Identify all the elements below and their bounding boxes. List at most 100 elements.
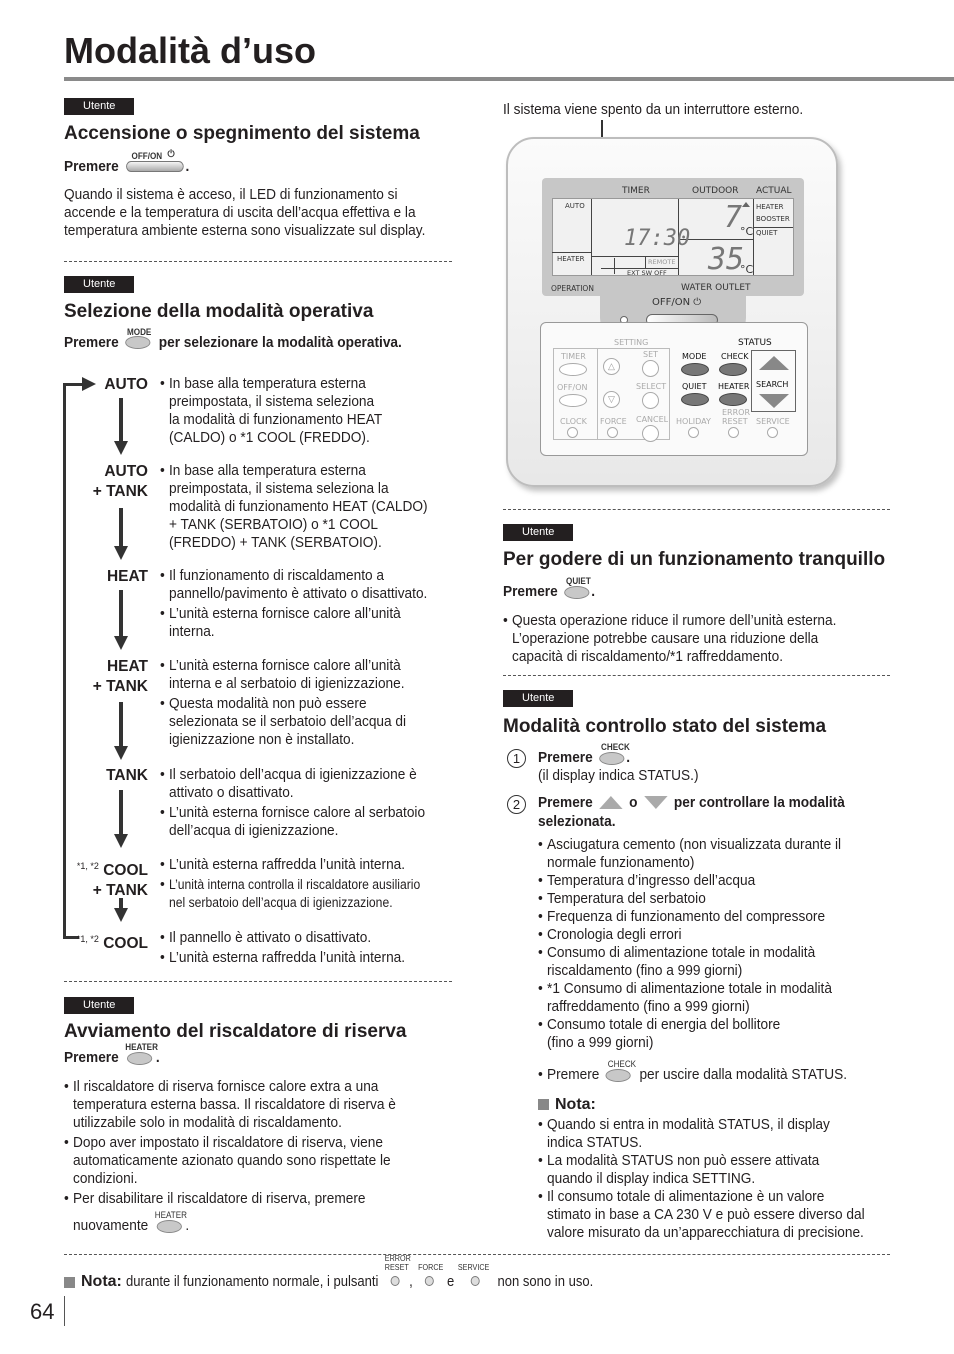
section-quiet-heading: Per godere di un funzionamento tranquill… [503, 549, 886, 570]
key-down-button[interactable]: ▽ [603, 391, 620, 408]
key-group-status: STATUS [738, 338, 772, 348]
lcd-divider [753, 227, 793, 228]
mode-description: • L’unità esterna raffredda l’unità inter… [160, 856, 420, 914]
bullet: • [538, 872, 543, 889]
title-rule [64, 77, 954, 81]
key-search-up-button[interactable] [759, 356, 789, 370]
force-button-icon [424, 1276, 434, 1286]
step2-text-2: selezionata. [538, 813, 616, 830]
step1-note: (il display indica STATUS.) [538, 767, 699, 784]
mode-label: HEAT [56, 567, 148, 587]
step-number: 1 [507, 749, 526, 768]
key-quiet-button[interactable] [681, 393, 709, 406]
flow-arrow-down-icon [114, 636, 128, 650]
text-line: (CALDO) o *1 COOL (FREDDO). [169, 429, 370, 446]
text-line: L’unità esterna fornisce calore all’unit… [169, 657, 401, 674]
text-line: Temperatura d’ingresso dell’acqua [547, 872, 756, 889]
key-holiday-label: HOLIDAY [676, 417, 711, 426]
bullet: • [160, 605, 165, 622]
press-label: Premere [503, 583, 558, 600]
list-item: • In base alla temperatura esterna preimpo… [160, 375, 382, 447]
key-clock-button[interactable] [567, 427, 578, 438]
key-set-label: SET [643, 350, 659, 359]
error-caption: ERROR [384, 1254, 411, 1263]
key-mode-button[interactable] [681, 363, 709, 376]
mode-label: AUTO [56, 375, 148, 395]
key-search-down-button[interactable] [759, 394, 789, 408]
key-holiday-button[interactable] [688, 427, 699, 438]
bullet: • [538, 944, 543, 961]
step2-text: per controllare la modalità [673, 794, 845, 811]
reset-caption: RESET [384, 1263, 409, 1272]
key-reset-label: RESET [722, 417, 748, 426]
list-item: • Questa modalità non può essere seleziona… [160, 695, 406, 749]
step-number: 2 [507, 795, 526, 814]
quiet-button-icon [564, 586, 590, 599]
key-service-button[interactable] [767, 427, 778, 438]
mode-name-suffix: + TANK [92, 882, 148, 900]
lcd-operation: OPERATION [551, 284, 594, 293]
key-clock-label: CLOCK [560, 417, 587, 426]
text-line: Il serbatoio dell’acqua di igienizzazion… [169, 766, 417, 783]
mode-name-suffix: + TANK [92, 483, 148, 500]
list-item: • Il serbatoio dell’acqua di igienizzazio… [160, 766, 425, 802]
list-item: • Consumo di alimentazione totale in moda… [538, 944, 841, 980]
text-line: raffreddamento (fino a 999 giorni) [547, 998, 750, 1015]
text-line: riscaldamento (fino a 999 giorni) [547, 962, 743, 979]
heater-button-icon [156, 1220, 182, 1233]
comma: , [409, 1274, 413, 1290]
press-label: Premere [64, 158, 119, 175]
key-check-label: CHECK [721, 352, 749, 361]
mode-description: • Il serbatoio dell’acqua di igienizzazio… [160, 766, 425, 842]
section-status-heading: Modalità controllo stato del sistema [503, 716, 827, 737]
list-item: • *1 Consumo di alimentazione totale in m… [538, 980, 841, 1016]
mode-label: *1, *2 COOL + TANK [56, 856, 148, 901]
text-line: L’operazione potrebbe causare una riduzi… [512, 630, 819, 647]
bullet: • [538, 980, 543, 997]
text-line: Quando il sistema è acceso, il LED di fu… [64, 186, 398, 203]
text-line: modalità di funzionamento HEAT (CALDO) [169, 498, 428, 515]
key-up-button[interactable]: △ [603, 358, 620, 375]
divider [503, 509, 890, 510]
text-line: Il riscaldatore di riserva fornisce calo… [73, 1078, 379, 1095]
text-line: L’unità esterna raffredda l’unità intern… [169, 949, 406, 966]
or-text: o [629, 794, 638, 811]
flow-arrow-shaft [119, 790, 123, 836]
lcd-water-temp: 35 [708, 242, 745, 277]
press-label: Premere [64, 334, 119, 351]
key-offon-button[interactable] [559, 394, 587, 407]
check-button-icon [599, 752, 625, 765]
list-item: • L’unità esterna raffredda l’unità inter… [160, 856, 420, 874]
key-search-label: SEARCH [756, 380, 789, 389]
text-line: L’unità esterna fornisce calore al serba… [169, 804, 426, 821]
step1-press-line: Premere CHECK . [538, 742, 630, 767]
key-check-button[interactable] [719, 363, 747, 376]
list-item: • Il consumo totale di alimentazione è un… [538, 1188, 865, 1242]
lcd-timer-label: TIMER [622, 186, 650, 196]
key-set-button[interactable] [642, 360, 659, 377]
key-force-button[interactable] [607, 427, 618, 438]
key-error-reset-button[interactable] [728, 427, 739, 438]
key-heater-button[interactable] [719, 393, 747, 406]
key-cancel-button[interactable] [642, 425, 659, 442]
mode-name: AUTO [104, 376, 148, 393]
bullet: • [538, 1016, 543, 1033]
flow-arrow-shaft [119, 590, 123, 638]
user-tag: Utente [64, 276, 134, 293]
text-line: la modalità di funzionamento HEAT [169, 411, 383, 428]
list-item: • L’unità esterna raffredda l’unità inter… [160, 949, 405, 967]
key-offon-label: OFF/ON [557, 383, 588, 392]
key-select-button[interactable] [642, 392, 659, 409]
bullet: • [538, 890, 543, 907]
text-line: nel serbatoio dell’acqua di igienizzazio… [169, 895, 393, 910]
flow-arrow-down-icon [114, 908, 128, 922]
lcd-divider [592, 256, 678, 257]
bullet: • [538, 908, 543, 925]
user-tag: Utente [64, 98, 134, 115]
mode-label: *1, *2 COOL [56, 929, 148, 954]
mode-name: AUTO [104, 463, 148, 480]
up-arrow-button-icon [599, 796, 623, 810]
lcd-divider [552, 252, 592, 253]
exit-text: per uscire dalla modalità STATUS. [639, 1066, 848, 1083]
key-timer-button[interactable] [559, 363, 587, 376]
